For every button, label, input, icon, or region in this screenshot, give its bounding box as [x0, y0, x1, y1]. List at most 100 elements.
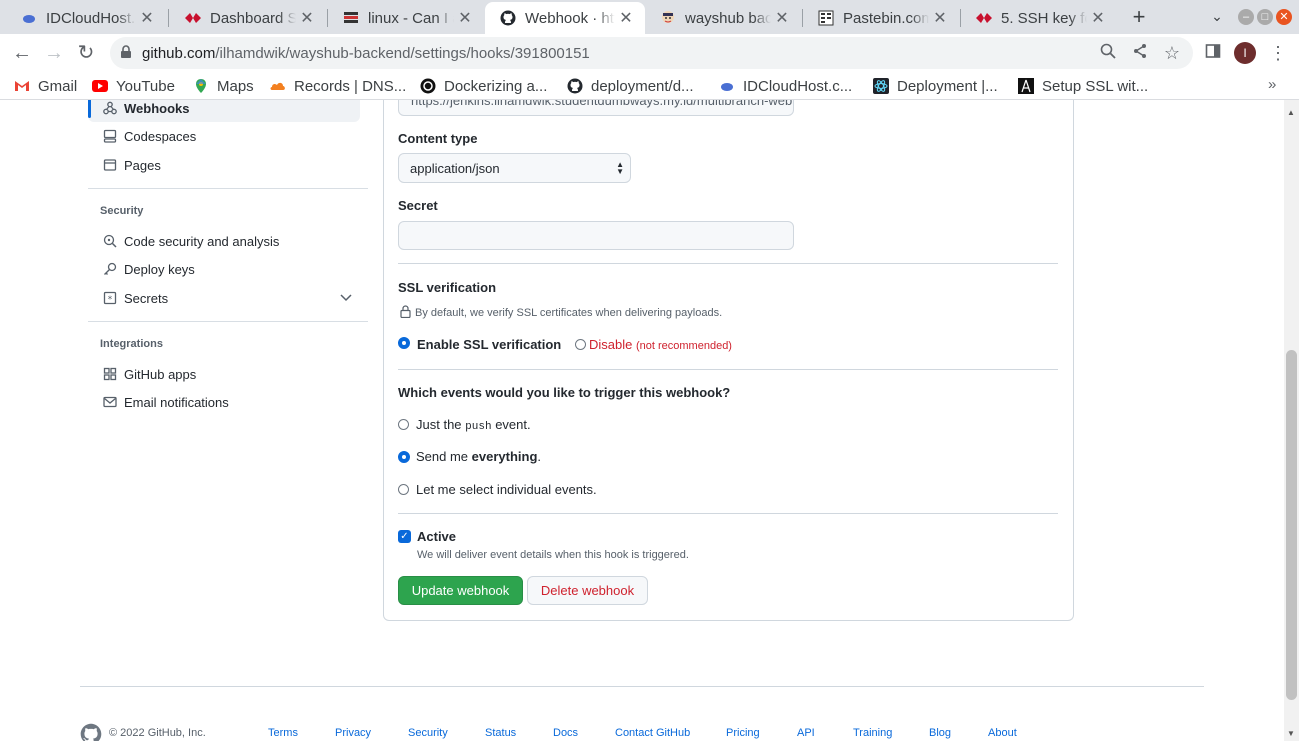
- footer-link-pricing[interactable]: Pricing: [726, 727, 760, 739]
- footer-divider: [80, 686, 1204, 687]
- sidebar-item-github-apps[interactable]: GitHub apps: [88, 360, 360, 388]
- footer-link-api[interactable]: API: [797, 727, 815, 739]
- idcloudhost-icon: [20, 10, 38, 26]
- tab-search-chevron-icon[interactable]: ⌄: [1208, 8, 1226, 26]
- share-icon[interactable]: [1130, 43, 1150, 63]
- divider: [398, 513, 1058, 514]
- footer-link-security[interactable]: Security: [408, 727, 448, 739]
- payload-url-input[interactable]: https://jenkins.ilhamdwik.studentdumbway…: [398, 100, 794, 116]
- maximize-icon[interactable]: □: [1257, 9, 1273, 25]
- side-panel-icon[interactable]: [1203, 43, 1223, 63]
- footer-link-status[interactable]: Status: [485, 727, 516, 739]
- minimize-icon[interactable]: –: [1238, 9, 1254, 25]
- browser-tab-wayshub[interactable]: wayshub backend ✕: [645, 2, 801, 34]
- event-push-radio[interactable]: [398, 419, 409, 430]
- sidebar-divider: [88, 188, 368, 189]
- bookmark-deployment-github[interactable]: deployment/d...: [567, 76, 694, 96]
- bookmark-youtube[interactable]: YouTube: [92, 76, 175, 96]
- ssl-enable-radio[interactable]: [398, 337, 410, 349]
- github-icon: [499, 10, 517, 26]
- github-logo-icon[interactable]: [80, 723, 102, 741]
- divider: [398, 369, 1058, 370]
- github-icon: [567, 78, 583, 94]
- mail-icon: [102, 394, 118, 410]
- browser-tab-ssh[interactable]: 5. SSH key for ✕: [961, 2, 1117, 34]
- youtube-icon: [92, 78, 108, 94]
- sidebar-item-deploy-keys[interactable]: Deploy keys: [88, 255, 360, 283]
- bookmark-maps[interactable]: Maps: [193, 76, 254, 96]
- bookmark-deployment-react[interactable]: Deployment |...: [873, 76, 998, 96]
- menu-kebab-icon[interactable]: ⋮: [1268, 43, 1288, 63]
- delete-webhook-button[interactable]: Delete webhook: [527, 576, 648, 605]
- new-tab-button[interactable]: +: [1128, 4, 1150, 30]
- bookmark-idcloudhost[interactable]: IDCloudHost.c...: [719, 76, 852, 96]
- bookmark-gmail[interactable]: Gmail: [14, 76, 77, 96]
- ssl-disable-radio[interactable]: [575, 339, 586, 350]
- close-icon[interactable]: ✕: [296, 8, 318, 28]
- close-icon[interactable]: ✕: [136, 8, 158, 28]
- close-icon[interactable]: ✕: [929, 8, 951, 28]
- footer-link-blog[interactable]: Blog: [929, 727, 951, 739]
- bookmark-setup-ssl[interactable]: Setup SSL wit...: [1018, 76, 1148, 96]
- ssl-enable-label[interactable]: Enable SSL verification: [417, 337, 561, 352]
- footer-link-terms[interactable]: Terms: [268, 727, 298, 739]
- bookmark-dockerizing[interactable]: Dockerizing a...: [420, 76, 547, 96]
- profile-avatar[interactable]: I: [1234, 42, 1256, 64]
- chevron-down-icon[interactable]: [340, 293, 352, 305]
- sidebar-item-code-security[interactable]: Code security and analysis: [88, 227, 360, 255]
- secret-input[interactable]: [398, 221, 794, 250]
- events-heading: Which events would you like to trigger t…: [398, 385, 731, 400]
- stackexchange-icon: [342, 10, 360, 26]
- browser-tab-webhook[interactable]: Webhook · https ✕: [485, 2, 645, 34]
- ssl-heading: SSL verification: [398, 280, 497, 295]
- bookmark-records-dns[interactable]: Records | DNS...: [270, 76, 406, 96]
- update-webhook-button[interactable]: Update webhook: [398, 576, 523, 605]
- bookmark-star-icon[interactable]: ☆: [1162, 43, 1182, 63]
- back-arrow-icon[interactable]: ←: [10, 41, 34, 65]
- github-settings-page: Webhooks Codespaces Pages Security Code …: [0, 100, 1284, 741]
- active-label[interactable]: Active: [417, 529, 456, 544]
- browser-tab-dashboard[interactable]: Dashboard Site ✕: [170, 2, 326, 34]
- event-select-radio[interactable]: [398, 484, 409, 495]
- scroll-down-icon[interactable]: ▼: [1287, 729, 1295, 738]
- browser-tab-pastebin[interactable]: Pastebin.com ✕: [803, 2, 959, 34]
- close-window-icon[interactable]: ✕: [1276, 9, 1292, 25]
- footer-link-contact[interactable]: Contact GitHub: [615, 727, 690, 739]
- secret-icon: *: [102, 290, 118, 306]
- content-type-select[interactable]: application/json ▲ ▼: [398, 153, 631, 183]
- footer-link-about[interactable]: About: [988, 727, 1017, 739]
- browser-tab-idcloudhost[interactable]: IDCloudHost.com ✕: [6, 2, 166, 34]
- codespaces-icon: [102, 128, 118, 144]
- active-checkbox[interactable]: ✓: [398, 530, 411, 543]
- sidebar-item-secrets[interactable]: * Secrets: [88, 284, 360, 312]
- event-select-label[interactable]: Let me select individual events.: [416, 482, 597, 497]
- gmail-icon: [14, 78, 30, 94]
- event-everything-label[interactable]: Send me everything.: [416, 449, 541, 464]
- event-everything-radio[interactable]: [398, 451, 410, 463]
- cloudflare-icon: [270, 78, 286, 94]
- browser-tab-linux[interactable]: linux - Can I au ✕: [328, 2, 484, 34]
- scroll-up-icon[interactable]: ▲: [1287, 108, 1295, 117]
- bookmarks-overflow-icon[interactable]: »: [1268, 76, 1276, 93]
- ssl-disable-label[interactable]: Disable (not recommended): [589, 337, 732, 352]
- footer-link-training[interactable]: Training: [853, 727, 892, 739]
- forward-arrow-icon[interactable]: →: [42, 41, 66, 65]
- close-icon[interactable]: ✕: [771, 8, 793, 28]
- footer-link-privacy[interactable]: Privacy: [335, 727, 371, 739]
- secret-label: Secret: [398, 198, 438, 213]
- sidebar-item-webhooks[interactable]: Webhooks: [88, 100, 360, 122]
- page-scrollbar[interactable]: ▲ ▼: [1284, 100, 1299, 741]
- sidebar-item-codespaces[interactable]: Codespaces: [88, 122, 360, 150]
- zoom-icon[interactable]: [1098, 43, 1118, 63]
- active-note: We will deliver event details when this …: [417, 549, 689, 561]
- close-icon[interactable]: ✕: [1087, 8, 1109, 28]
- scrollbar-thumb[interactable]: [1286, 350, 1297, 700]
- close-icon[interactable]: ✕: [454, 8, 476, 28]
- close-icon[interactable]: ✕: [615, 8, 637, 28]
- footer-link-docs[interactable]: Docs: [553, 727, 578, 739]
- sidebar-item-pages[interactable]: Pages: [88, 151, 360, 179]
- address-bar[interactable]: github.com/ilhamdwik/wayshub-backend/set…: [110, 37, 1193, 69]
- sidebar-item-email-notifications[interactable]: Email notifications: [88, 388, 360, 416]
- event-push-label[interactable]: Just the push event.: [416, 417, 531, 433]
- reload-icon[interactable]: ↻: [74, 41, 98, 65]
